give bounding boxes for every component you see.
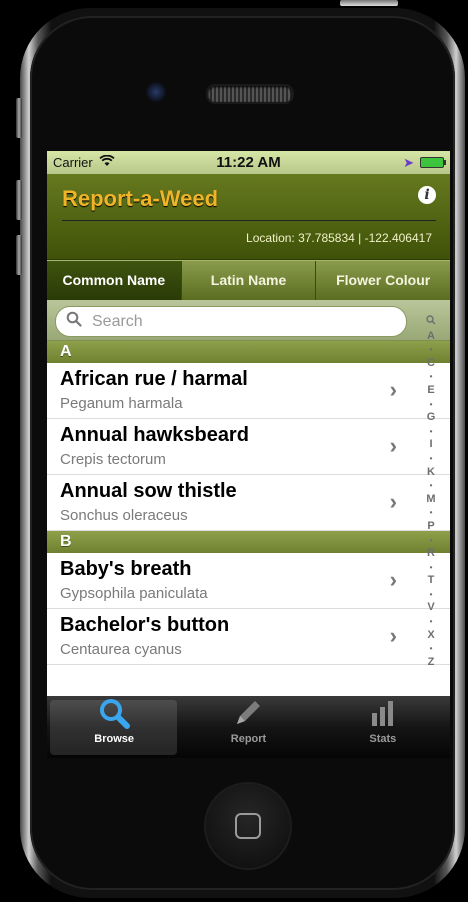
sort-segmented-control: Common Name Latin Name Flower Colour [47,260,450,300]
item-latin-name: Sonchus oleraceus [60,507,188,524]
index-letter[interactable]: X [427,629,434,643]
index-dot[interactable]: • [430,398,433,412]
section-header-b: B [47,531,450,553]
index-letter[interactable]: C [427,357,435,371]
list-item[interactable]: Bachelor's button Centaurea cyanus › [47,609,450,665]
item-latin-name: Centaurea cyanus [60,641,182,658]
index-dot[interactable]: • [430,642,433,656]
search-icon [66,311,82,332]
item-common-name: Annual sow thistle [60,480,237,502]
tab-report-label: Report [230,733,267,745]
earpiece-speaker [206,84,294,104]
volume-up-button [16,180,22,220]
status-time: 11:22 AM [216,154,281,171]
chevron-right-icon: › [389,433,397,458]
tab-stats-label: Stats [369,733,397,745]
segment-latin-name[interactable]: Latin Name [181,261,317,300]
index-letter[interactable]: Z [428,656,435,670]
index-dot[interactable]: • [430,615,433,629]
segment-common-name[interactable]: Common Name [47,261,182,300]
index-dot[interactable]: • [430,479,433,493]
index-letter[interactable]: E [427,384,434,398]
index-dot[interactable]: • [430,343,433,357]
item-common-name: Baby's breath [60,558,192,580]
chevron-right-icon: › [389,377,397,402]
item-common-name: Annual hawksbeard [60,424,249,446]
pencil-icon [181,696,315,730]
tab-bar: Browse Report Stats [47,696,450,758]
sleep-button [340,0,398,6]
search-box[interactable] [55,306,407,337]
segment-flower-colour[interactable]: Flower Colour [316,261,450,300]
tab-browse-label: Browse [94,733,135,745]
app-title: Report-a-Weed [62,186,219,211]
index-letter[interactable]: K [427,466,435,480]
item-common-name: Bachelor's button [60,614,230,636]
location-readout: Location: 37.785834 | -122.406417 [246,231,432,245]
chevron-right-icon: › [389,567,397,592]
app-header: Report-a-Weed i Location: 37.785834 | -1… [47,174,450,260]
item-latin-name: Gypsophila paniculata [60,585,208,602]
search-input[interactable] [90,311,384,332]
index-letter[interactable]: A [427,330,435,344]
section-index[interactable]: A • C • E • G • I • K • M • P • R • T • V • X • Z [424,315,438,669]
index-dot[interactable]: • [430,370,433,384]
item-common-name: African rue / harmal [60,368,248,390]
index-dot[interactable]: • [430,452,433,466]
info-icon[interactable]: i [418,186,436,204]
index-letter[interactable]: T [428,574,435,588]
index-dot[interactable]: • [430,534,433,548]
tab-stats[interactable]: Stats [316,696,450,758]
index-letter[interactable]: P [427,520,434,534]
home-square-icon [235,813,261,839]
list-item[interactable]: Annual hawksbeard Crepis tectorum › [47,419,450,475]
search-bar [47,300,450,341]
mute-switch [16,98,22,138]
battery-icon [420,157,446,168]
front-camera [146,82,166,102]
index-dot[interactable]: • [430,588,433,602]
index-letter[interactable]: V [427,601,434,615]
tab-browse[interactable]: Browse [47,696,181,758]
section-header-a: A [47,341,450,363]
index-letter[interactable]: M [426,493,435,507]
header-divider [62,220,436,221]
status-bar: Carrier 11:22 AM ➤ [47,151,450,174]
list-item[interactable]: Baby's breath Gypsophila paniculata › [47,553,450,609]
list-item[interactable]: Annual sow thistle Sonchus oleraceus › [47,475,450,531]
magnifier-icon [47,696,181,730]
item-latin-name: Crepis tectorum [60,451,166,468]
index-dot[interactable]: • [430,561,433,575]
bar-chart-icon [316,696,450,730]
item-latin-name: Peganum harmala [60,395,183,412]
index-search-icon[interactable] [426,315,436,330]
chevron-right-icon: › [389,489,397,514]
chevron-right-icon: › [389,623,397,648]
volume-down-button [16,235,22,275]
index-dot[interactable]: • [430,425,433,439]
index-letter[interactable]: G [427,411,436,425]
index-dot[interactable]: • [430,506,433,520]
tab-report[interactable]: Report [181,696,315,758]
list-item[interactable]: African rue / harmal Peganum harmala › [47,363,450,419]
index-letter[interactable]: R [427,547,435,561]
index-letter[interactable]: I [429,438,432,452]
app-screen: Carrier 11:22 AM ➤ Report-a-Weed i Locat… [47,151,450,696]
home-button[interactable] [204,782,292,870]
